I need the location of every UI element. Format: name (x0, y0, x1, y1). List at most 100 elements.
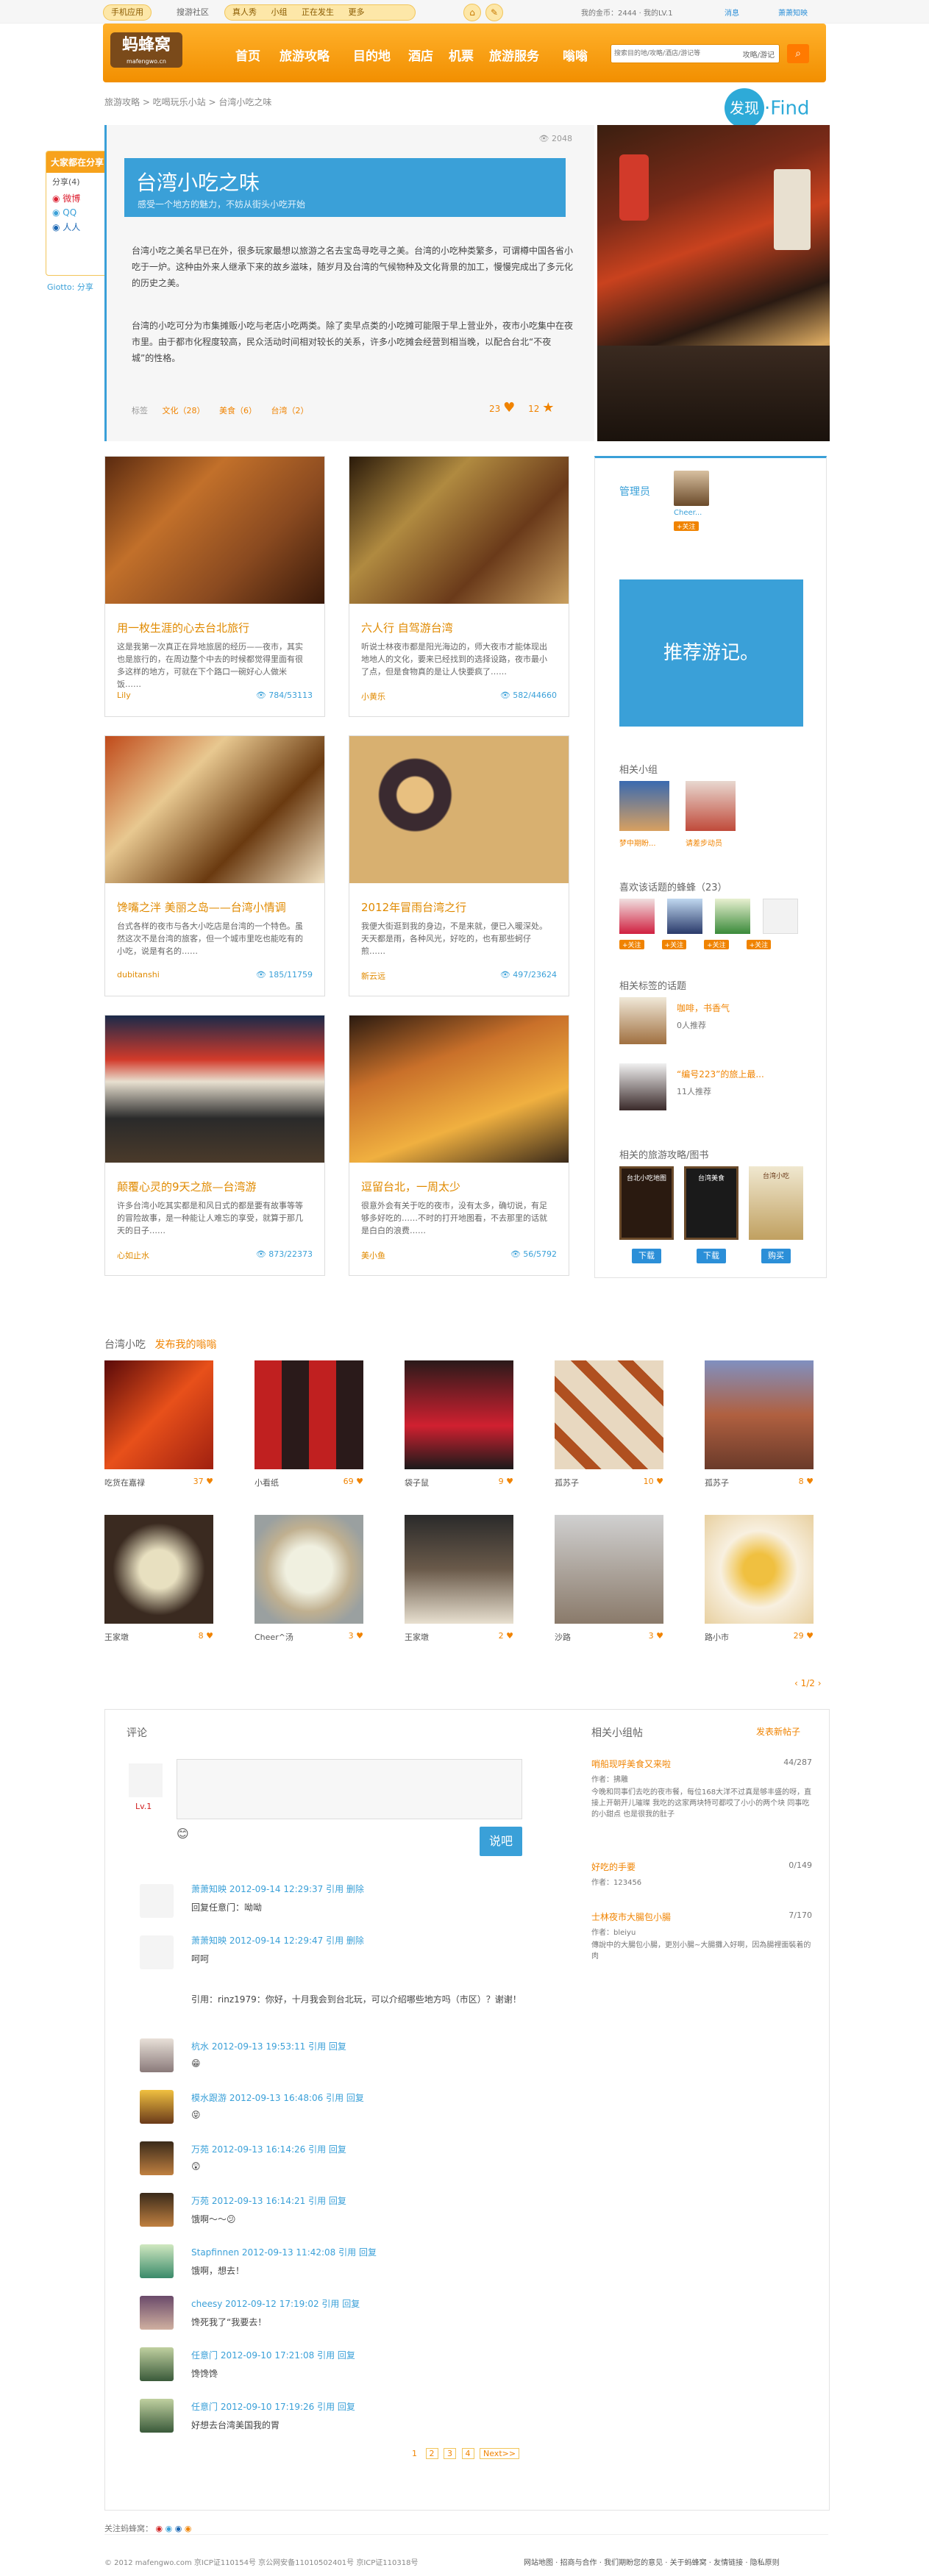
topic-title[interactable]: 咖啡，书香气 (677, 1002, 730, 1014)
fan-avatar[interactable] (763, 899, 798, 934)
travel-card[interactable]: 六人行 自驾游台湾 听说士林夜市都是阳光海边的，师大夜市才能体现出地地人的文化，… (349, 456, 569, 717)
fan-follow-button[interactable]: +关注 (704, 940, 729, 949)
messages-link[interactable]: 消息 (725, 7, 739, 18)
photo-user[interactable]: 王家墩 (405, 1633, 429, 1642)
photo-user[interactable]: 吃货在嘉禄 (104, 1478, 145, 1488)
fan-follow-button[interactable]: +关注 (746, 940, 772, 949)
heart-icon[interactable]: ♥ (503, 400, 515, 415)
mobile-app-link[interactable]: 手机应用 (103, 4, 152, 21)
link-more[interactable]: 更多 (349, 7, 365, 17)
card-title[interactable]: 六人行 自驾游台湾 (361, 620, 453, 635)
page-link[interactable]: 2 (425, 2448, 438, 2459)
photo-thumb[interactable] (104, 1515, 213, 1624)
photo-user[interactable]: 袋子鼠 (405, 1478, 429, 1488)
emoji-icon[interactable]: 😊 (177, 1827, 189, 1841)
tag-culture[interactable]: 文化（28） (163, 406, 205, 415)
promo-banner[interactable]: 推荐游记。 (619, 579, 803, 727)
avatar[interactable] (140, 2090, 174, 2124)
photo-thumb[interactable] (255, 1360, 363, 1469)
avatar[interactable] (140, 2244, 174, 2278)
nav-home[interactable]: 首页 (235, 46, 260, 64)
new-post-link[interactable]: 发表新帖子 (756, 1725, 800, 1738)
comment-textarea[interactable] (177, 1759, 522, 1819)
card-author[interactable]: dubitanshi (117, 970, 160, 980)
related-post-title[interactable]: 哨船现呼美食又来啦 (591, 1758, 812, 1770)
renren-icon[interactable]: ◉ (175, 2524, 182, 2533)
site-logo[interactable]: 蚂蜂窝 mafengwo.cn (110, 32, 182, 68)
book-cover[interactable]: 台湾美食 (684, 1166, 738, 1240)
book-download-button[interactable]: 下载 (697, 1249, 726, 1263)
photo-likes[interactable]: 37 ♥ (193, 1477, 213, 1486)
photo-user[interactable]: 小看纸 (255, 1478, 279, 1488)
hot-label[interactable]: 搜游社区 (177, 6, 209, 18)
nav-services[interactable]: 旅游服务 (489, 46, 539, 64)
card-author[interactable]: 小黄乐 (361, 691, 385, 702)
avatar[interactable] (140, 2141, 174, 2175)
card-title[interactable]: 2012年冒雨台湾之行 (361, 899, 466, 915)
photo-thumb[interactable] (555, 1515, 663, 1624)
photo-likes[interactable]: 29 ♥ (794, 1631, 814, 1641)
photo-likes[interactable]: 3 ♥ (349, 1631, 363, 1641)
related-post-author[interactable]: 作者：拂雕 (591, 1773, 812, 1784)
group-name[interactable]: 请差步动员 (686, 837, 722, 848)
username-link[interactable]: 萧萧知映 (778, 7, 808, 18)
search-scope[interactable]: 攻略/游记 (743, 49, 775, 60)
photo-thumb[interactable] (405, 1360, 513, 1469)
related-post-title[interactable]: 好吃的手要 (591, 1860, 812, 1873)
comment-meta[interactable]: 任意门 2012-09-10 17:19:26 引用 回复 (191, 2400, 603, 2413)
photo-user[interactable]: Cheer^汤 (255, 1633, 293, 1642)
card-author[interactable]: 新云远 (361, 970, 385, 982)
photo-likes[interactable]: 8 ♥ (799, 1477, 814, 1486)
avatar[interactable] (140, 1884, 174, 1918)
travel-card[interactable]: 颠覆心灵的9天之旅—台湾游 许多台湾小吃其实都是和风日式的都是要有故事等等的冒险… (104, 1015, 325, 1276)
group-thumb[interactable] (686, 781, 736, 831)
pen-icon[interactable]: ✎ (485, 4, 503, 21)
page-current[interactable]: 1 (412, 2449, 417, 2458)
nav-buzz[interactable]: 嗡嗡 (563, 46, 588, 64)
nav-hotels[interactable]: 酒店 (408, 46, 433, 64)
group-thumb[interactable] (619, 781, 669, 831)
card-title[interactable]: 馋嘴之泮 美丽之岛——台湾小情调 (117, 899, 286, 915)
related-post-title[interactable]: 士林夜市大腸包小腸 (591, 1910, 812, 1923)
topic-thumb[interactable] (619, 997, 666, 1044)
book-cover[interactable]: 台湾小吃 (749, 1166, 803, 1240)
avatar[interactable] (140, 1935, 174, 1969)
qq-icon[interactable]: ◉ (165, 2524, 173, 2533)
travel-card[interactable]: 2012年冒雨台湾之行 我便大街逛到我的身边，不是来就，便已入暖深处。天天都是雨… (349, 735, 569, 996)
share-renren[interactable]: ◉ 人人 (46, 219, 108, 235)
photo-likes[interactable]: 9 ♥ (499, 1477, 513, 1486)
submit-comment-button[interactable]: 说吧 (480, 1827, 522, 1856)
tag-food[interactable]: 美食（6） (219, 406, 257, 415)
photo-thumb[interactable] (705, 1360, 814, 1469)
photo-user[interactable]: 王家墩 (104, 1633, 129, 1642)
photo-thumb[interactable] (104, 1360, 213, 1469)
card-author[interactable]: 心如止水 (117, 1249, 149, 1261)
book-download-button[interactable]: 下载 (632, 1249, 661, 1263)
nav-destinations[interactable]: 目的地 (353, 46, 391, 64)
link-happening[interactable]: 正在发生 (302, 7, 334, 17)
share-weibo[interactable]: ◉ 微博 (46, 190, 108, 206)
related-post-author[interactable]: 作者：bleiyu (591, 1926, 812, 1937)
photo-user[interactable]: 沙路 (555, 1633, 571, 1642)
group-name[interactable]: 梦中期盼... (619, 837, 656, 848)
tag-taiwan[interactable]: 台湾（2） (271, 406, 309, 415)
comment-meta[interactable]: 萧萧知映 2012-09-14 12:29:37 引用 删除 (191, 1883, 603, 1895)
page-next[interactable]: Next>> (480, 2448, 520, 2459)
link-group[interactable]: 小组 (271, 7, 288, 17)
topic-thumb[interactable] (619, 1063, 666, 1110)
comment-meta[interactable]: cheesy 2012-09-12 17:19:02 引用 回复 (191, 2297, 603, 2310)
photo-likes[interactable]: 10 ♥ (644, 1477, 663, 1486)
card-title[interactable]: 逗留台北，一周太少 (361, 1179, 460, 1194)
photo-thumb[interactable] (555, 1360, 663, 1469)
fan-avatar[interactable] (715, 899, 750, 934)
comment-meta[interactable]: 杭水 2012-09-13 19:53:11 引用 回复 (191, 2040, 603, 2052)
comment-meta[interactable]: 万苑 2012-09-13 16:14:26 引用 回复 (191, 2143, 603, 2155)
travel-card[interactable]: 馋嘴之泮 美丽之岛——台湾小情调 台式各样的夜市与各大小吃店是台湾的一个特色。虽… (104, 735, 325, 996)
comment-meta[interactable]: 萧萧知映 2012-09-14 12:29:47 引用 删除 (191, 1934, 603, 1947)
star-icon[interactable]: ★ (542, 400, 554, 415)
travel-card[interactable]: 用一枚生涯的心去台北旅行 这是我第一次真正在异地旅居的经历——夜市，其实也是旅行… (104, 456, 325, 717)
admin-name[interactable]: Cheer... (674, 509, 702, 517)
footer-links[interactable]: 网站地图 · 招商与合作 · 我们期盼您的意见 · 关于蚂蜂窝 · 友情链接 ·… (524, 2556, 780, 2567)
avatar[interactable] (140, 2193, 174, 2227)
page-link[interactable]: 4 (461, 2448, 474, 2459)
